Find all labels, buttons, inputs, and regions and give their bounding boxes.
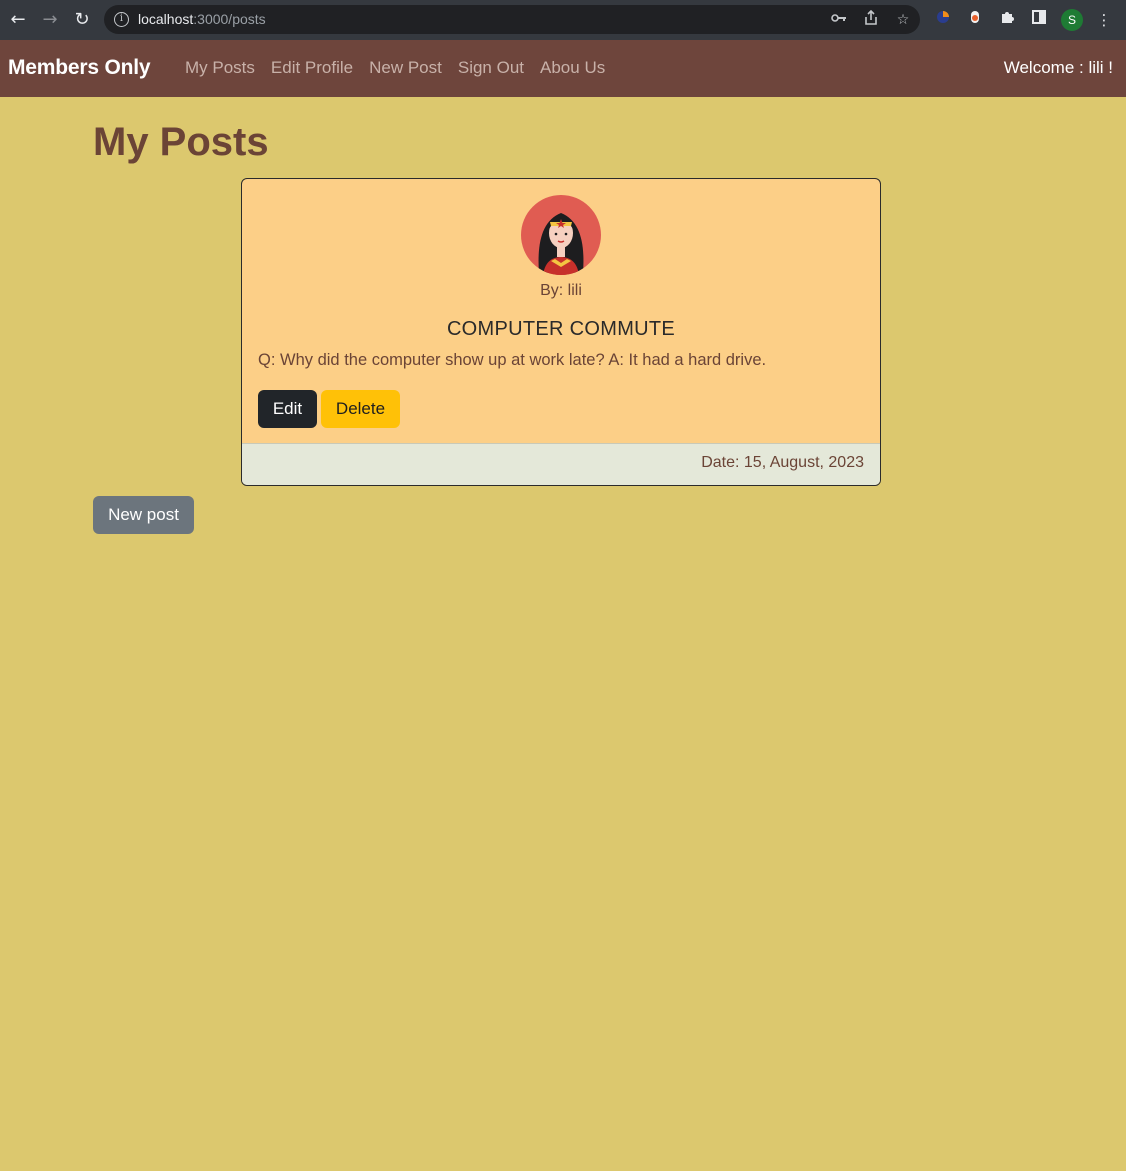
nav-sign-out[interactable]: Sign Out (458, 58, 524, 78)
browser-toolbar: ← → ↻ i localhost:3000/posts ☆ S ⋮ (0, 0, 1126, 40)
sidebar-icon[interactable] (1028, 9, 1050, 31)
nav-my-posts[interactable]: My Posts (185, 58, 255, 78)
star-icon[interactable]: ☆ (893, 10, 913, 30)
address-bar[interactable]: i localhost:3000/posts ☆ (104, 5, 920, 34)
nav-about-us[interactable]: Abou Us (540, 58, 605, 78)
url-text[interactable]: localhost:3000/posts (138, 11, 266, 27)
post-author: By: lili (540, 282, 582, 299)
delete-button[interactable]: Delete (321, 390, 400, 428)
reload-icon[interactable]: ↻ (71, 9, 93, 31)
extension-icon[interactable] (932, 9, 954, 31)
key-icon[interactable] (829, 10, 849, 30)
info-icon[interactable]: i (114, 12, 129, 27)
edit-button[interactable]: Edit (258, 390, 317, 428)
nav-links: My Posts Edit Profile New Post Sign Out … (185, 58, 605, 78)
post-footer: Date: 15, August, 2023 (242, 443, 880, 485)
back-icon[interactable]: ← (7, 9, 29, 31)
new-post-button[interactable]: New post (93, 496, 194, 534)
url-host: localhost (138, 11, 194, 27)
app-navbar: Members Only My Posts Edit Profile New P… (0, 40, 1126, 97)
menu-icon[interactable]: ⋮ (1093, 9, 1115, 31)
post-body: Q: Why did the computer show up at work … (258, 351, 767, 369)
post-date: Date: 15, August, 2023 (701, 454, 864, 471)
page-title: My Posts (93, 120, 269, 164)
nav-edit-profile[interactable]: Edit Profile (271, 58, 353, 78)
extension-icon-2[interactable] (964, 9, 986, 31)
brand-logo[interactable]: Members Only (8, 56, 151, 80)
welcome-text: Welcome : lili ! (1003, 58, 1113, 77)
post-title: COMPUTER COMMUTE (446, 318, 676, 340)
forward-icon[interactable]: → (39, 9, 61, 31)
avatar-icon (521, 195, 601, 275)
nav-new-post[interactable]: New Post (369, 58, 442, 78)
puzzle-icon[interactable] (996, 9, 1018, 31)
profile-avatar[interactable]: S (1061, 9, 1083, 31)
url-path: :3000/posts (193, 11, 266, 27)
post-card: By: lili COMPUTER COMMUTE Q: Why did the… (241, 178, 881, 486)
share-icon[interactable] (861, 9, 881, 30)
